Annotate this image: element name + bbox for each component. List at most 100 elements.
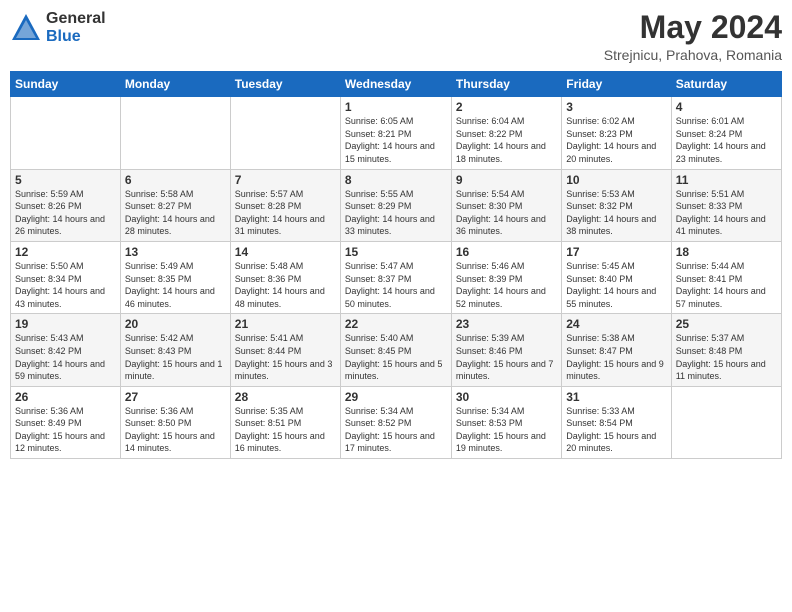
day-number: 8 [345, 173, 447, 187]
day-number: 23 [456, 317, 557, 331]
calendar-cell: 12Sunrise: 5:50 AM Sunset: 8:34 PM Dayli… [11, 241, 121, 313]
calendar-week-4: 19Sunrise: 5:43 AM Sunset: 8:42 PM Dayli… [11, 314, 782, 386]
calendar-cell: 20Sunrise: 5:42 AM Sunset: 8:43 PM Dayli… [120, 314, 230, 386]
th-wednesday: Wednesday [340, 72, 451, 97]
calendar-cell: 1Sunrise: 6:05 AM Sunset: 8:21 PM Daylig… [340, 97, 451, 169]
day-number: 21 [235, 317, 336, 331]
day-info: Sunrise: 5:37 AM Sunset: 8:48 PM Dayligh… [676, 332, 777, 382]
calendar-cell: 26Sunrise: 5:36 AM Sunset: 8:49 PM Dayli… [11, 386, 121, 458]
day-info: Sunrise: 5:57 AM Sunset: 8:28 PM Dayligh… [235, 188, 336, 238]
calendar-cell: 31Sunrise: 5:33 AM Sunset: 8:54 PM Dayli… [562, 386, 671, 458]
day-number: 20 [125, 317, 226, 331]
day-number: 4 [676, 100, 777, 114]
day-number: 14 [235, 245, 336, 259]
day-number: 3 [566, 100, 666, 114]
day-info: Sunrise: 5:48 AM Sunset: 8:36 PM Dayligh… [235, 260, 336, 310]
day-info: Sunrise: 5:58 AM Sunset: 8:27 PM Dayligh… [125, 188, 226, 238]
day-number: 11 [676, 173, 777, 187]
calendar-cell: 29Sunrise: 5:34 AM Sunset: 8:52 PM Dayli… [340, 386, 451, 458]
day-number: 6 [125, 173, 226, 187]
day-info: Sunrise: 6:05 AM Sunset: 8:21 PM Dayligh… [345, 115, 447, 165]
day-number: 10 [566, 173, 666, 187]
calendar-cell [11, 97, 121, 169]
day-number: 5 [15, 173, 116, 187]
day-info: Sunrise: 6:01 AM Sunset: 8:24 PM Dayligh… [676, 115, 777, 165]
calendar-cell: 13Sunrise: 5:49 AM Sunset: 8:35 PM Dayli… [120, 241, 230, 313]
th-thursday: Thursday [451, 72, 561, 97]
day-number: 30 [456, 390, 557, 404]
calendar-cell: 3Sunrise: 6:02 AM Sunset: 8:23 PM Daylig… [562, 97, 671, 169]
calendar-week-2: 5Sunrise: 5:59 AM Sunset: 8:26 PM Daylig… [11, 169, 782, 241]
day-info: Sunrise: 5:47 AM Sunset: 8:37 PM Dayligh… [345, 260, 447, 310]
day-info: Sunrise: 5:36 AM Sunset: 8:49 PM Dayligh… [15, 405, 116, 455]
day-number: 12 [15, 245, 116, 259]
day-info: Sunrise: 5:46 AM Sunset: 8:39 PM Dayligh… [456, 260, 557, 310]
calendar-week-5: 26Sunrise: 5:36 AM Sunset: 8:49 PM Dayli… [11, 386, 782, 458]
month-title: May 2024 [604, 10, 782, 45]
calendar-cell: 5Sunrise: 5:59 AM Sunset: 8:26 PM Daylig… [11, 169, 121, 241]
day-number: 26 [15, 390, 116, 404]
day-info: Sunrise: 5:54 AM Sunset: 8:30 PM Dayligh… [456, 188, 557, 238]
day-info: Sunrise: 5:55 AM Sunset: 8:29 PM Dayligh… [345, 188, 447, 238]
day-number: 19 [15, 317, 116, 331]
day-number: 24 [566, 317, 666, 331]
th-friday: Friday [562, 72, 671, 97]
th-saturday: Saturday [671, 72, 781, 97]
day-number: 13 [125, 245, 226, 259]
calendar-cell: 22Sunrise: 5:40 AM Sunset: 8:45 PM Dayli… [340, 314, 451, 386]
day-number: 18 [676, 245, 777, 259]
calendar-cell: 28Sunrise: 5:35 AM Sunset: 8:51 PM Dayli… [230, 386, 340, 458]
day-info: Sunrise: 6:02 AM Sunset: 8:23 PM Dayligh… [566, 115, 666, 165]
th-sunday: Sunday [11, 72, 121, 97]
calendar-cell: 18Sunrise: 5:44 AM Sunset: 8:41 PM Dayli… [671, 241, 781, 313]
calendar-cell: 30Sunrise: 5:34 AM Sunset: 8:53 PM Dayli… [451, 386, 561, 458]
calendar-cell: 11Sunrise: 5:51 AM Sunset: 8:33 PM Dayli… [671, 169, 781, 241]
calendar-cell: 25Sunrise: 5:37 AM Sunset: 8:48 PM Dayli… [671, 314, 781, 386]
calendar-cell [120, 97, 230, 169]
calendar-cell: 9Sunrise: 5:54 AM Sunset: 8:30 PM Daylig… [451, 169, 561, 241]
calendar-cell: 14Sunrise: 5:48 AM Sunset: 8:36 PM Dayli… [230, 241, 340, 313]
calendar-cell [230, 97, 340, 169]
calendar-cell: 10Sunrise: 5:53 AM Sunset: 8:32 PM Dayli… [562, 169, 671, 241]
calendar-table: Sunday Monday Tuesday Wednesday Thursday… [10, 71, 782, 459]
day-number: 16 [456, 245, 557, 259]
calendar-cell: 2Sunrise: 6:04 AM Sunset: 8:22 PM Daylig… [451, 97, 561, 169]
calendar-cell: 21Sunrise: 5:41 AM Sunset: 8:44 PM Dayli… [230, 314, 340, 386]
calendar-cell: 27Sunrise: 5:36 AM Sunset: 8:50 PM Dayli… [120, 386, 230, 458]
calendar-cell: 23Sunrise: 5:39 AM Sunset: 8:46 PM Dayli… [451, 314, 561, 386]
page: General Blue May 2024 Strejnicu, Prahova… [0, 0, 792, 612]
calendar-week-3: 12Sunrise: 5:50 AM Sunset: 8:34 PM Dayli… [11, 241, 782, 313]
logo-icon [10, 12, 42, 44]
day-number: 27 [125, 390, 226, 404]
day-info: Sunrise: 5:42 AM Sunset: 8:43 PM Dayligh… [125, 332, 226, 382]
calendar-cell: 8Sunrise: 5:55 AM Sunset: 8:29 PM Daylig… [340, 169, 451, 241]
day-info: Sunrise: 5:51 AM Sunset: 8:33 PM Dayligh… [676, 188, 777, 238]
day-number: 15 [345, 245, 447, 259]
day-number: 17 [566, 245, 666, 259]
day-info: Sunrise: 5:39 AM Sunset: 8:46 PM Dayligh… [456, 332, 557, 382]
location: Strejnicu, Prahova, Romania [604, 47, 782, 63]
calendar-cell: 24Sunrise: 5:38 AM Sunset: 8:47 PM Dayli… [562, 314, 671, 386]
logo-blue: Blue [46, 28, 81, 45]
day-info: Sunrise: 5:38 AM Sunset: 8:47 PM Dayligh… [566, 332, 666, 382]
day-number: 1 [345, 100, 447, 114]
th-monday: Monday [120, 72, 230, 97]
calendar-cell: 7Sunrise: 5:57 AM Sunset: 8:28 PM Daylig… [230, 169, 340, 241]
calendar-cell: 17Sunrise: 5:45 AM Sunset: 8:40 PM Dayli… [562, 241, 671, 313]
day-info: Sunrise: 6:04 AM Sunset: 8:22 PM Dayligh… [456, 115, 557, 165]
day-info: Sunrise: 5:34 AM Sunset: 8:52 PM Dayligh… [345, 405, 447, 455]
day-info: Sunrise: 5:49 AM Sunset: 8:35 PM Dayligh… [125, 260, 226, 310]
title-block: May 2024 Strejnicu, Prahova, Romania [604, 10, 782, 63]
calendar-cell: 16Sunrise: 5:46 AM Sunset: 8:39 PM Dayli… [451, 241, 561, 313]
day-info: Sunrise: 5:43 AM Sunset: 8:42 PM Dayligh… [15, 332, 116, 382]
logo: General Blue [10, 10, 106, 45]
day-number: 22 [345, 317, 447, 331]
day-number: 28 [235, 390, 336, 404]
th-tuesday: Tuesday [230, 72, 340, 97]
day-number: 31 [566, 390, 666, 404]
calendar-cell [671, 386, 781, 458]
day-number: 2 [456, 100, 557, 114]
day-number: 9 [456, 173, 557, 187]
calendar-cell: 19Sunrise: 5:43 AM Sunset: 8:42 PM Dayli… [11, 314, 121, 386]
logo-general: General [46, 10, 106, 27]
